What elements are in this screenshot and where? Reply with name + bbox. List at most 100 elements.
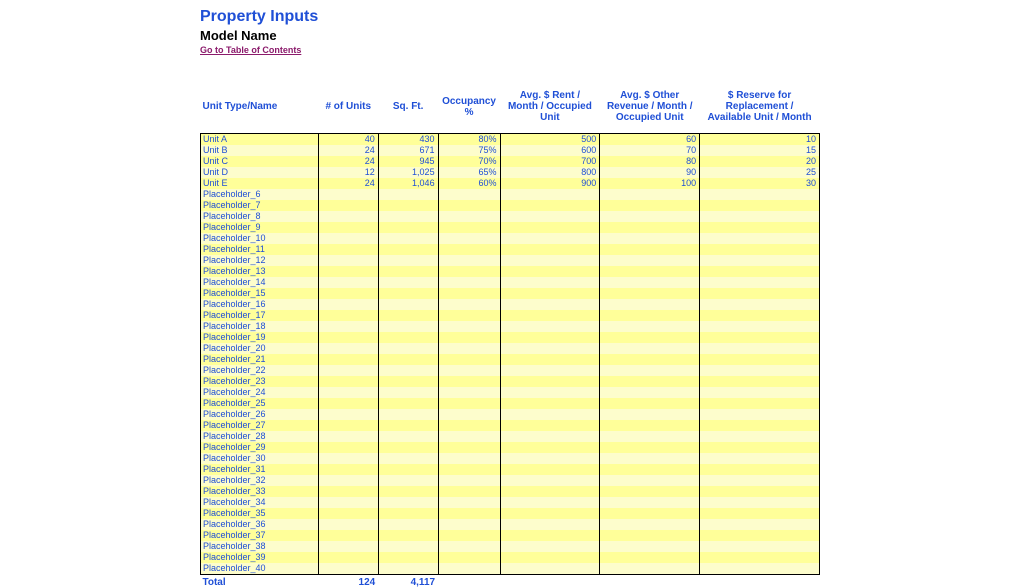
cell-occ[interactable] bbox=[438, 398, 500, 409]
cell-rent[interactable] bbox=[500, 409, 600, 420]
cell-sqft[interactable] bbox=[378, 376, 438, 387]
cell-occ[interactable] bbox=[438, 211, 500, 222]
cell-reserve[interactable] bbox=[700, 222, 820, 233]
cell-units[interactable] bbox=[318, 409, 378, 420]
cell-other[interactable] bbox=[600, 398, 700, 409]
cell-occ[interactable] bbox=[438, 453, 500, 464]
cell-rent[interactable] bbox=[500, 222, 600, 233]
cell-name[interactable]: Placeholder_9 bbox=[201, 222, 319, 233]
cell-other[interactable] bbox=[600, 552, 700, 563]
cell-occ[interactable] bbox=[438, 244, 500, 255]
cell-rent[interactable] bbox=[500, 233, 600, 244]
cell-rent[interactable] bbox=[500, 420, 600, 431]
cell-sqft[interactable] bbox=[378, 211, 438, 222]
cell-rent[interactable] bbox=[500, 464, 600, 475]
cell-name[interactable]: Placeholder_22 bbox=[201, 365, 319, 376]
cell-rent[interactable] bbox=[500, 310, 600, 321]
cell-other[interactable] bbox=[600, 244, 700, 255]
cell-reserve[interactable] bbox=[700, 200, 820, 211]
cell-units[interactable] bbox=[318, 442, 378, 453]
cell-reserve[interactable] bbox=[700, 541, 820, 552]
cell-reserve[interactable]: 10 bbox=[700, 134, 820, 146]
cell-units[interactable] bbox=[318, 255, 378, 266]
cell-reserve[interactable]: 15 bbox=[700, 145, 820, 156]
cell-units[interactable] bbox=[318, 299, 378, 310]
cell-sqft[interactable]: 945 bbox=[378, 156, 438, 167]
cell-name[interactable]: Unit D bbox=[201, 167, 319, 178]
cell-units[interactable] bbox=[318, 464, 378, 475]
cell-units[interactable] bbox=[318, 310, 378, 321]
cell-name[interactable]: Placeholder_6 bbox=[201, 189, 319, 200]
cell-units[interactable] bbox=[318, 365, 378, 376]
cell-rent[interactable] bbox=[500, 398, 600, 409]
cell-name[interactable]: Placeholder_13 bbox=[201, 266, 319, 277]
cell-reserve[interactable] bbox=[700, 189, 820, 200]
cell-rent[interactable]: 600 bbox=[500, 145, 600, 156]
cell-sqft[interactable] bbox=[378, 398, 438, 409]
cell-units[interactable]: 24 bbox=[318, 156, 378, 167]
cell-name[interactable]: Placeholder_16 bbox=[201, 299, 319, 310]
cell-occ[interactable]: 75% bbox=[438, 145, 500, 156]
cell-other[interactable] bbox=[600, 343, 700, 354]
cell-units[interactable]: 12 bbox=[318, 167, 378, 178]
cell-other[interactable] bbox=[600, 519, 700, 530]
cell-name[interactable]: Placeholder_8 bbox=[201, 211, 319, 222]
cell-units[interactable] bbox=[318, 244, 378, 255]
cell-rent[interactable] bbox=[500, 211, 600, 222]
cell-other[interactable] bbox=[600, 321, 700, 332]
cell-units[interactable]: 24 bbox=[318, 178, 378, 189]
cell-sqft[interactable] bbox=[378, 541, 438, 552]
cell-name[interactable]: Placeholder_30 bbox=[201, 453, 319, 464]
cell-name[interactable]: Placeholder_7 bbox=[201, 200, 319, 211]
cell-occ[interactable] bbox=[438, 552, 500, 563]
cell-name[interactable]: Placeholder_36 bbox=[201, 519, 319, 530]
cell-sqft[interactable] bbox=[378, 552, 438, 563]
cell-name[interactable]: Placeholder_27 bbox=[201, 420, 319, 431]
cell-rent[interactable] bbox=[500, 200, 600, 211]
cell-other[interactable] bbox=[600, 288, 700, 299]
cell-reserve[interactable] bbox=[700, 376, 820, 387]
cell-reserve[interactable] bbox=[700, 530, 820, 541]
cell-other[interactable] bbox=[600, 453, 700, 464]
cell-name[interactable]: Placeholder_35 bbox=[201, 508, 319, 519]
cell-occ[interactable] bbox=[438, 354, 500, 365]
cell-reserve[interactable] bbox=[700, 310, 820, 321]
cell-other[interactable] bbox=[600, 310, 700, 321]
cell-name[interactable]: Placeholder_39 bbox=[201, 552, 319, 563]
cell-sqft[interactable] bbox=[378, 442, 438, 453]
cell-name[interactable]: Placeholder_10 bbox=[201, 233, 319, 244]
cell-rent[interactable] bbox=[500, 508, 600, 519]
cell-units[interactable] bbox=[318, 189, 378, 200]
cell-units[interactable] bbox=[318, 431, 378, 442]
cell-name[interactable]: Unit B bbox=[201, 145, 319, 156]
cell-occ[interactable] bbox=[438, 475, 500, 486]
cell-occ[interactable] bbox=[438, 442, 500, 453]
cell-sqft[interactable] bbox=[378, 508, 438, 519]
cell-occ[interactable] bbox=[438, 332, 500, 343]
cell-sqft[interactable] bbox=[378, 233, 438, 244]
cell-name[interactable]: Placeholder_32 bbox=[201, 475, 319, 486]
cell-reserve[interactable] bbox=[700, 398, 820, 409]
cell-reserve[interactable] bbox=[700, 552, 820, 563]
cell-sqft[interactable] bbox=[378, 464, 438, 475]
cell-sqft[interactable] bbox=[378, 475, 438, 486]
cell-units[interactable] bbox=[318, 233, 378, 244]
cell-occ[interactable] bbox=[438, 508, 500, 519]
cell-units[interactable] bbox=[318, 541, 378, 552]
cell-rent[interactable] bbox=[500, 431, 600, 442]
cell-rent[interactable] bbox=[500, 475, 600, 486]
cell-other[interactable] bbox=[600, 497, 700, 508]
cell-name[interactable]: Placeholder_18 bbox=[201, 321, 319, 332]
cell-reserve[interactable] bbox=[700, 343, 820, 354]
cell-rent[interactable] bbox=[500, 365, 600, 376]
cell-other[interactable] bbox=[600, 332, 700, 343]
cell-units[interactable] bbox=[318, 277, 378, 288]
cell-sqft[interactable]: 1,046 bbox=[378, 178, 438, 189]
cell-sqft[interactable] bbox=[378, 453, 438, 464]
cell-other[interactable] bbox=[600, 354, 700, 365]
cell-occ[interactable]: 80% bbox=[438, 134, 500, 146]
cell-name[interactable]: Placeholder_11 bbox=[201, 244, 319, 255]
cell-reserve[interactable] bbox=[700, 354, 820, 365]
cell-rent[interactable] bbox=[500, 563, 600, 575]
cell-occ[interactable] bbox=[438, 376, 500, 387]
